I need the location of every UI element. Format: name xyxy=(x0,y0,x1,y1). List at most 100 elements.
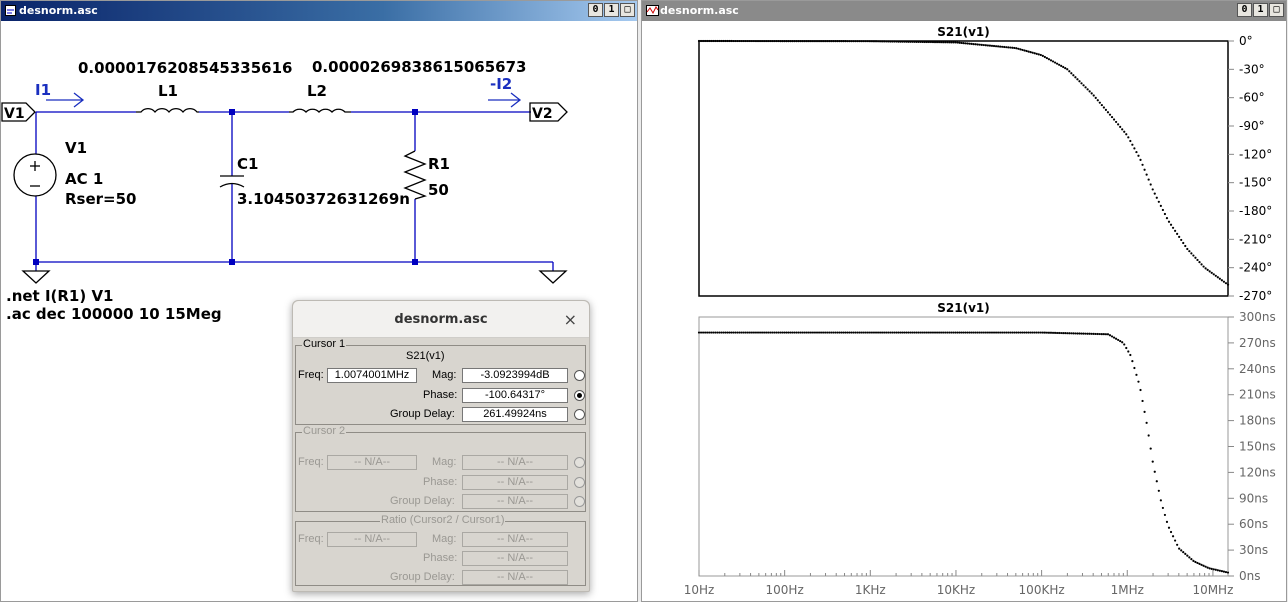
c1-name-label[interactable]: C1 xyxy=(237,155,258,173)
trace-point xyxy=(1021,48,1024,52)
trace-point xyxy=(1200,563,1203,566)
y-tick-label: 240ns xyxy=(1239,362,1276,376)
trace-point xyxy=(982,331,985,334)
cursor2-gd-radio[interactable] xyxy=(574,496,585,507)
trace-point xyxy=(1112,118,1116,121)
i1-label: I1 xyxy=(35,81,51,99)
cursor2-mag-field[interactable]: -- N/A-- xyxy=(462,455,568,470)
trace-point xyxy=(750,39,753,43)
v1-ac-label[interactable]: AC 1 xyxy=(65,170,103,188)
restore-button[interactable]: 1 xyxy=(604,3,619,17)
l1-name-label[interactable]: L1 xyxy=(158,82,178,100)
y-tick-label: 0ns xyxy=(1239,569,1261,583)
trace-point xyxy=(704,39,707,43)
trace-point xyxy=(1072,74,1075,77)
c1-value-label[interactable]: 3.10450372631269n xyxy=(237,190,410,208)
minimize-button[interactable]: 0 xyxy=(1237,3,1252,17)
trace-point xyxy=(1005,331,1008,334)
cursor1-gd-field[interactable]: 261.49924ns xyxy=(462,407,568,422)
minimize-button[interactable]: 0 xyxy=(588,3,603,17)
trace-point xyxy=(1165,217,1169,220)
trace-point xyxy=(1007,331,1010,334)
v1-rser-label[interactable]: Rser=50 xyxy=(65,190,137,208)
trace-point xyxy=(1169,530,1173,534)
trace-point xyxy=(824,40,827,43)
cursor-dialog[interactable]: desnorm.asc × Cursor 1 S21(v1) Freq: 1.0… xyxy=(292,300,590,592)
maximize-button[interactable]: □ xyxy=(620,3,635,17)
trace-point xyxy=(1035,52,1038,55)
trace-point xyxy=(1210,271,1213,274)
trace-point xyxy=(1011,46,1014,49)
trace-point xyxy=(874,40,878,43)
waveform-plot-area[interactable]: S21(v1) 0° -30° -60° -90° -120° -150° -180° -210… xyxy=(642,21,1286,601)
trace-point xyxy=(1092,94,1095,97)
maximize-button[interactable]: □ xyxy=(1269,3,1284,17)
trace-point xyxy=(767,331,770,334)
ratio-phase-field[interactable]: -- N/A-- xyxy=(462,551,568,566)
cursor2-phase-field[interactable]: -- N/A-- xyxy=(462,475,568,490)
restore-button[interactable]: 1 xyxy=(1253,3,1268,17)
voltage-source-v1[interactable] xyxy=(13,153,57,197)
trace-point xyxy=(948,331,951,334)
trace-point xyxy=(1178,235,1181,239)
plot-frame[interactable] xyxy=(698,40,1229,297)
ratio-freq-field[interactable]: -- N/A-- xyxy=(327,532,417,547)
net-directive[interactable]: .net I(R1) V1 xyxy=(6,287,114,305)
trace-point xyxy=(1027,50,1030,53)
inductor-l2[interactable] xyxy=(289,108,351,113)
trace-point xyxy=(986,44,990,47)
cursor1-phase-radio[interactable] xyxy=(574,390,585,401)
cursor2-freq-field[interactable]: -- N/A-- xyxy=(327,455,417,470)
waveform-titlebar[interactable]: desnorm.asc 0 1 □ xyxy=(642,1,1286,21)
trace-point xyxy=(1127,136,1130,139)
trace-point xyxy=(964,42,967,45)
cursor2-gd-field[interactable]: -- N/A-- xyxy=(462,494,568,509)
ground-symbol xyxy=(21,270,51,284)
cursor2-mag-radio[interactable] xyxy=(574,457,585,468)
trace-point xyxy=(988,331,992,334)
trace-point xyxy=(1123,343,1126,346)
v1-name-label[interactable]: V1 xyxy=(65,139,87,157)
trace-point xyxy=(1108,334,1112,337)
trace-point xyxy=(840,331,843,334)
cursor2-phase-radio[interactable] xyxy=(574,477,585,488)
l1-value-label[interactable]: 0.0000176208545335616 xyxy=(78,59,292,77)
ratio-mag-field[interactable]: -- N/A-- xyxy=(462,532,568,547)
trace-point xyxy=(838,331,841,334)
trace-point xyxy=(1218,569,1221,572)
trace-point xyxy=(706,331,709,334)
trace-point xyxy=(933,41,937,44)
ac-directive[interactable]: .ac dec 100000 10 15Meg xyxy=(6,305,222,323)
r1-value-label[interactable]: 50 xyxy=(428,181,449,199)
trace-point xyxy=(1212,568,1215,571)
ratio-gd-field[interactable]: -- N/A-- xyxy=(462,570,568,585)
dialog-header[interactable]: desnorm.asc × xyxy=(293,301,589,338)
trace-point xyxy=(1129,353,1132,357)
l2-value-label[interactable]: 0.0000269838615065673 xyxy=(312,58,526,76)
trace-point xyxy=(771,39,774,43)
waveform-window[interactable]: desnorm.asc 0 1 □ S21(v1) 0° -30° -60° -90° -… xyxy=(641,0,1287,602)
r1-name-label[interactable]: R1 xyxy=(428,155,450,173)
trace-point xyxy=(1125,346,1128,350)
schematic-titlebar[interactable]: desnorm.asc 0 1 □ xyxy=(1,1,637,21)
trace-point xyxy=(854,40,857,43)
cursor1-phase-field[interactable]: -100.64317° xyxy=(462,388,568,403)
cursor1-freq-field[interactable]: 1.0074001MHz xyxy=(327,368,417,383)
cursor1-gd-radio[interactable] xyxy=(574,409,585,420)
plot-frame[interactable] xyxy=(698,316,1229,577)
trace-point xyxy=(1161,506,1164,510)
trace-point xyxy=(862,331,865,334)
trace-point xyxy=(972,331,975,334)
trace-point xyxy=(1151,460,1154,463)
close-icon[interactable]: × xyxy=(564,310,577,329)
trace-point xyxy=(769,331,772,334)
trace-point xyxy=(1167,220,1171,223)
trace-point xyxy=(756,39,760,43)
trace-point xyxy=(893,40,896,43)
trace-point xyxy=(903,40,906,43)
trace-point xyxy=(996,331,1000,334)
cursor1-mag-field[interactable]: -3.0923994dB xyxy=(462,368,568,383)
inductor-l1[interactable] xyxy=(136,108,199,114)
l2-name-label[interactable]: L2 xyxy=(307,82,327,100)
cursor1-mag-radio[interactable] xyxy=(574,370,585,381)
